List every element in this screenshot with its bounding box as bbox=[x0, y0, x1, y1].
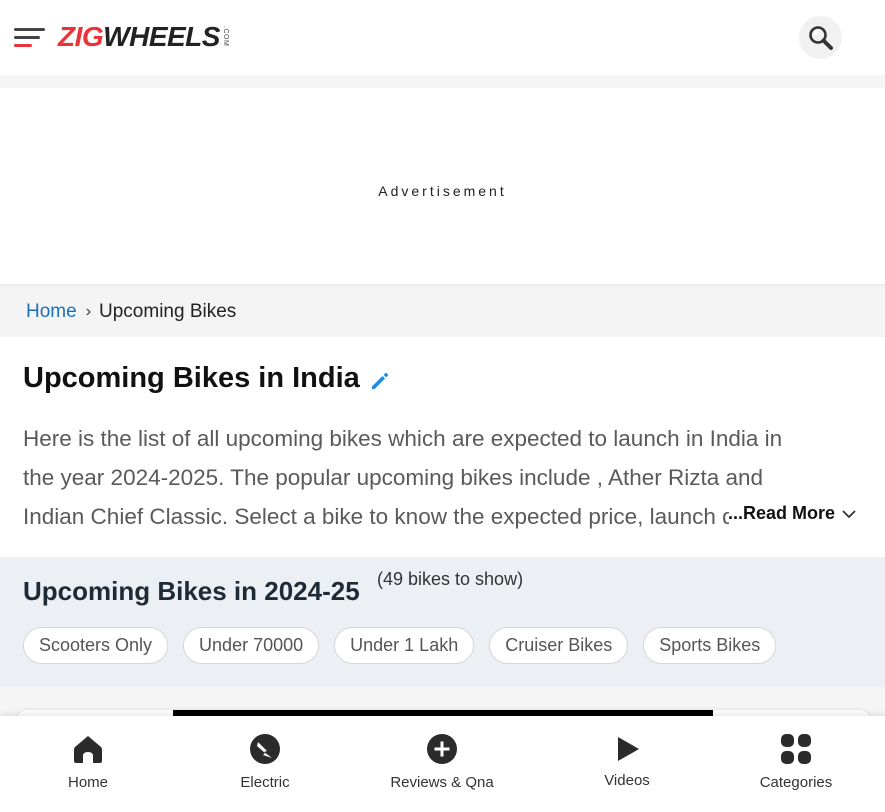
site-logo[interactable]: ZIG WHEELS .COM bbox=[58, 22, 229, 52]
plus-circle-icon bbox=[427, 734, 457, 764]
filter-chip-under-1-lakh[interactable]: Under 1 Lakh bbox=[334, 627, 475, 664]
categories-grid-icon bbox=[781, 734, 811, 764]
logo-text-secondary: WHEELS bbox=[103, 21, 220, 52]
nav-item-electric[interactable]: Electric bbox=[215, 716, 315, 812]
hamburger-menu-icon[interactable] bbox=[14, 28, 46, 48]
advertisement-slot[interactable]: Advertisement bbox=[0, 88, 885, 284]
bottom-navigation: Home Electric Reviews & Qna Videos Categ… bbox=[0, 716, 885, 812]
nav-label-videos: Videos bbox=[604, 772, 650, 789]
section-title: Upcoming Bikes in 2024-25 bbox=[23, 576, 360, 606]
pencil-edit-icon[interactable] bbox=[368, 369, 392, 393]
breadcrumb-current: Upcoming Bikes bbox=[99, 300, 237, 322]
filter-chip-scooters[interactable]: Scooters Only bbox=[23, 627, 169, 664]
filter-chips: Scooters Only Under 70000 Under 1 Lakh C… bbox=[23, 627, 777, 664]
page-title: Upcoming Bikes in India bbox=[23, 362, 360, 394]
breadcrumb: Home › Upcoming Bikes bbox=[0, 284, 885, 337]
nav-item-home[interactable]: Home bbox=[38, 716, 138, 812]
nav-item-videos[interactable]: Videos bbox=[577, 716, 677, 812]
logo-text-primary: ZIG bbox=[58, 21, 104, 52]
filter-chip-sports[interactable]: Sports Bikes bbox=[643, 627, 777, 664]
intro-line: Here is the list of all upcoming bikes w… bbox=[23, 426, 783, 451]
read-more-label: ...Read More bbox=[728, 503, 836, 523]
nav-label-categories: Categories bbox=[759, 774, 833, 791]
read-more-button[interactable]: ...Read More bbox=[728, 503, 857, 524]
nav-label-reviews-qna: Reviews & Qna bbox=[390, 774, 494, 791]
bike-count: (49 bikes to show) bbox=[377, 569, 524, 589]
nav-item-reviews-qna[interactable]: Reviews & Qna bbox=[382, 716, 502, 812]
nav-label-home: Home bbox=[67, 774, 108, 791]
play-icon bbox=[618, 737, 639, 761]
search-icon bbox=[808, 25, 833, 50]
nav-item-categories[interactable]: Categories bbox=[746, 716, 846, 812]
site-header: ZIG WHEELS .COM bbox=[0, 0, 885, 75]
upcoming-bikes-section: Upcoming Bikes in 2024-25 (49 bikes to s… bbox=[0, 557, 885, 687]
filter-chip-cruiser[interactable]: Cruiser Bikes bbox=[489, 627, 629, 664]
nav-label-electric: Electric bbox=[240, 774, 290, 791]
logo-suffix: .COM bbox=[221, 26, 229, 47]
electric-bolt-icon bbox=[250, 734, 280, 764]
intro-line: the year 2024-2025. The popular upcoming… bbox=[23, 465, 764, 490]
advertisement-label: Advertisement bbox=[378, 183, 507, 199]
intro-line: Indian Chief Classic. Select a bike to k… bbox=[23, 504, 729, 529]
chevron-down-icon bbox=[842, 509, 856, 518]
breadcrumb-separator: › bbox=[85, 302, 92, 320]
search-button[interactable] bbox=[799, 16, 842, 59]
header-spacer bbox=[0, 75, 885, 88]
filter-chip-under-70000[interactable]: Under 70000 bbox=[183, 627, 320, 664]
home-icon bbox=[74, 736, 102, 763]
breadcrumb-home-link[interactable]: Home bbox=[26, 301, 77, 323]
